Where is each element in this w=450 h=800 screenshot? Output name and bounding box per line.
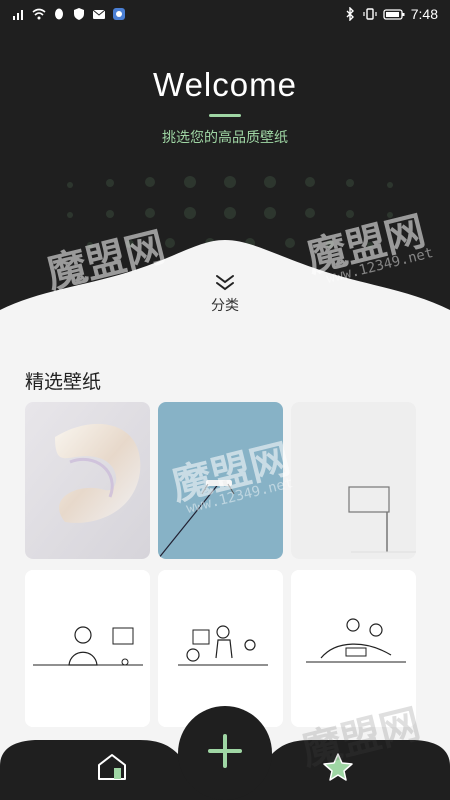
qq-icon — [55, 8, 63, 20]
wallpaper-card[interactable] — [158, 570, 283, 727]
battery-icon — [383, 9, 405, 20]
nav-favorites-button[interactable] — [322, 752, 354, 782]
wallpaper-image — [291, 402, 416, 559]
signal-icon — [13, 10, 23, 20]
wallpaper-card[interactable] — [25, 402, 150, 559]
wallpaper-card[interactable] — [158, 402, 283, 559]
wifi-icon — [32, 8, 46, 20]
wallpaper-image — [25, 570, 150, 727]
category-label: 分类 — [211, 298, 239, 314]
home-icon — [98, 754, 126, 780]
bluetooth-icon — [346, 7, 354, 21]
title-underline — [209, 114, 241, 117]
wallpaper-image — [158, 570, 283, 727]
hero-subtitle: 挑选您的高品质壁纸 — [162, 130, 288, 146]
wallpaper-card[interactable] — [291, 570, 416, 727]
mail-icon — [92, 9, 106, 19]
wallpaper-card[interactable] — [291, 402, 416, 559]
status-bar: 7:48 — [0, 0, 450, 30]
welcome-title: Welcome — [153, 66, 297, 103]
star-icon — [323, 753, 353, 781]
status-time: 7:48 — [410, 6, 438, 22]
category-button[interactable]: 分类 — [195, 273, 255, 315]
wallpaper-image — [25, 402, 150, 559]
wallpaper-image — [291, 570, 416, 727]
wallpaper-card[interactable] — [25, 570, 150, 727]
nav-home-button[interactable] — [95, 752, 129, 782]
double-chevron-down-icon — [216, 275, 234, 291]
featured-title: 精选壁纸 — [25, 371, 102, 393]
add-button[interactable] — [178, 706, 272, 800]
shield-icon — [74, 8, 84, 20]
vibrate-icon — [363, 8, 377, 20]
plus-icon — [208, 734, 242, 768]
app-icon — [113, 8, 125, 20]
wallpaper-image — [158, 402, 283, 559]
